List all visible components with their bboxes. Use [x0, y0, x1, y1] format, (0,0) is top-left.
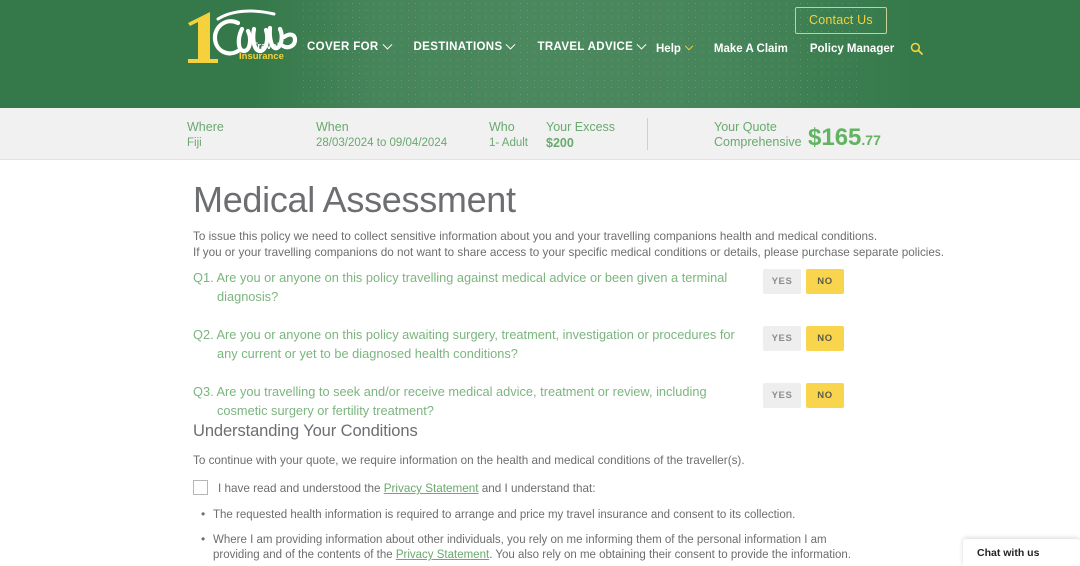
understanding-your-conditions-section: Understanding Your Conditions To continu…	[193, 422, 893, 566]
question-2-number: Q2.	[193, 327, 214, 342]
summary-quote: Your Quote Comprehensive	[714, 120, 802, 150]
nav-label-travel-advice: TRAVEL ADVICE	[537, 41, 634, 53]
page-title: Medical Assessment	[193, 179, 516, 220]
chevron-down-icon	[506, 39, 516, 50]
summary-when-label: When	[316, 120, 349, 134]
consent-text-post: and I understand that:	[478, 482, 596, 495]
privacy-statement-link[interactable]: Privacy Statement	[384, 482, 479, 495]
question-3-yes-button[interactable]: YES	[763, 383, 801, 408]
question-3-line-1: Are you travelling to seek and/or receiv…	[216, 384, 707, 399]
nav-label-help: Help	[656, 42, 681, 55]
intro-line-1: To issue this policy we need to collect …	[193, 230, 878, 243]
summary-when: When 28/03/2024 to 09/04/2024	[316, 120, 447, 151]
utility-navigation: Help Make A Claim Policy Manager	[656, 41, 924, 55]
understanding-lead-text: To continue with your quote, we require …	[193, 454, 745, 467]
question-1-answer-group: YES NO	[763, 269, 844, 294]
question-3-answer-group: YES NO	[763, 383, 844, 408]
nav-label-make-a-claim: Make A Claim	[713, 42, 788, 55]
bullet-2-text-post: . You also rely on me obtaining their co…	[489, 549, 852, 561]
summary-quote-label: Your Quote	[714, 120, 777, 134]
consent-bullet-list: The requested health information is requ…	[193, 507, 873, 566]
question-1-yes-button[interactable]: YES	[763, 269, 801, 294]
summary-who-value: 1- Adult	[489, 137, 528, 149]
nav-item-destinations[interactable]: DESTINATIONS	[413, 39, 516, 53]
nav-item-policy-manager[interactable]: Policy Manager	[810, 43, 894, 55]
logo-insurance-text: Insurance	[239, 51, 284, 62]
question-1-text: Q1. Are you or anyone on this policy tra…	[193, 267, 753, 306]
intro-text: To issue this policy we need to collect …	[193, 229, 944, 260]
question-row: Q3. Are you travelling to seek and/or re…	[193, 381, 893, 420]
summary-where: Where Fiji	[187, 120, 224, 151]
quote-price-dollars: $165	[808, 124, 862, 151]
question-2-yes-button[interactable]: YES	[763, 326, 801, 351]
chevron-down-icon	[382, 39, 392, 50]
nav-item-travel-advice[interactable]: TRAVEL ADVICE	[537, 39, 647, 53]
question-3-no-button[interactable]: NO	[806, 383, 844, 408]
consent-label: I have read and understood the Privacy S…	[218, 480, 596, 496]
quote-price: $165.77	[808, 126, 881, 152]
summary-excess-label: Your Excess	[546, 120, 616, 134]
site-logo[interactable]: Travel Insurance	[182, 9, 299, 63]
question-1-number: Q1.	[193, 270, 214, 285]
question-3-line-2: cosmetic surgery or fertility treatment?	[217, 402, 434, 418]
quote-summary-bar: Where Fiji When 28/03/2024 to 09/04/2024…	[0, 108, 1080, 160]
chat-widget-label: Chat with us	[977, 546, 1040, 559]
summary-who: Who 1- Adult	[489, 120, 528, 151]
nav-label-destinations: DESTINATIONS	[413, 41, 503, 53]
list-item: Where I am providing information about o…	[201, 532, 873, 564]
section-title: Understanding Your Conditions	[193, 422, 418, 440]
summary-quote-plan: Comprehensive	[714, 135, 802, 149]
question-2-no-button[interactable]: NO	[806, 326, 844, 351]
question-2-text: Q2. Are you or anyone on this policy awa…	[193, 324, 753, 363]
summary-where-label: Where	[187, 120, 224, 134]
summary-when-value: 28/03/2024 to 09/04/2024	[316, 137, 448, 149]
question-2-line-2: any current or yet to be diagnosed healt…	[217, 345, 518, 361]
nav-label-cover-for: COVER FOR	[307, 41, 379, 53]
nav-label-policy-manager: Policy Manager	[809, 42, 895, 55]
nav-item-make-a-claim[interactable]: Make A Claim	[714, 43, 788, 55]
question-1-line-1: Are you or anyone on this policy travell…	[216, 270, 728, 285]
question-1-line-2: diagnosis?	[217, 288, 279, 304]
intro-line-2: If you or your travelling companions do …	[193, 245, 944, 259]
bullet-1-text: The requested health information is requ…	[213, 509, 796, 521]
site-header: Travel Insurance COVER FOR DESTINATIONS …	[0, 0, 1080, 108]
chat-with-us-widget[interactable]: Chat with us	[963, 539, 1080, 566]
medical-questions-list: Q1. Are you or anyone on this policy tra…	[193, 267, 893, 438]
summary-where-value: Fiji	[187, 137, 202, 149]
quote-price-cents: .77	[861, 132, 881, 148]
summary-excess: Your Excess $200	[546, 120, 615, 151]
question-2-answer-group: YES NO	[763, 326, 844, 351]
question-3-number: Q3.	[193, 384, 214, 399]
search-icon[interactable]	[910, 42, 924, 55]
chevron-down-icon	[636, 39, 647, 50]
chevron-down-icon	[684, 41, 694, 50]
question-3-text: Q3. Are you travelling to seek and/or re…	[193, 381, 753, 420]
list-item: The requested health information is requ…	[201, 507, 873, 524]
question-row: Q1. Are you or anyone on this policy tra…	[193, 267, 893, 306]
question-1-no-button[interactable]: NO	[806, 269, 844, 294]
consent-text-pre: I have read and understood the	[218, 482, 384, 495]
summary-divider	[647, 118, 648, 150]
consent-row: I have read and understood the Privacy S…	[193, 480, 893, 496]
main-navigation: COVER FOR DESTINATIONS TRAVEL ADVICE	[307, 39, 647, 53]
privacy-consent-checkbox[interactable]	[193, 480, 208, 495]
summary-who-label: Who	[489, 120, 515, 134]
question-2-line-1: Are you or anyone on this policy awaitin…	[216, 327, 735, 342]
privacy-statement-link[interactable]: Privacy Statement	[396, 549, 489, 561]
question-row: Q2. Are you or anyone on this policy awa…	[193, 324, 893, 363]
nav-item-cover-for[interactable]: COVER FOR	[307, 39, 392, 53]
nav-item-help[interactable]: Help	[656, 41, 694, 55]
summary-excess-value: $200	[546, 136, 574, 150]
contact-us-button[interactable]: Contact Us	[795, 7, 887, 34]
